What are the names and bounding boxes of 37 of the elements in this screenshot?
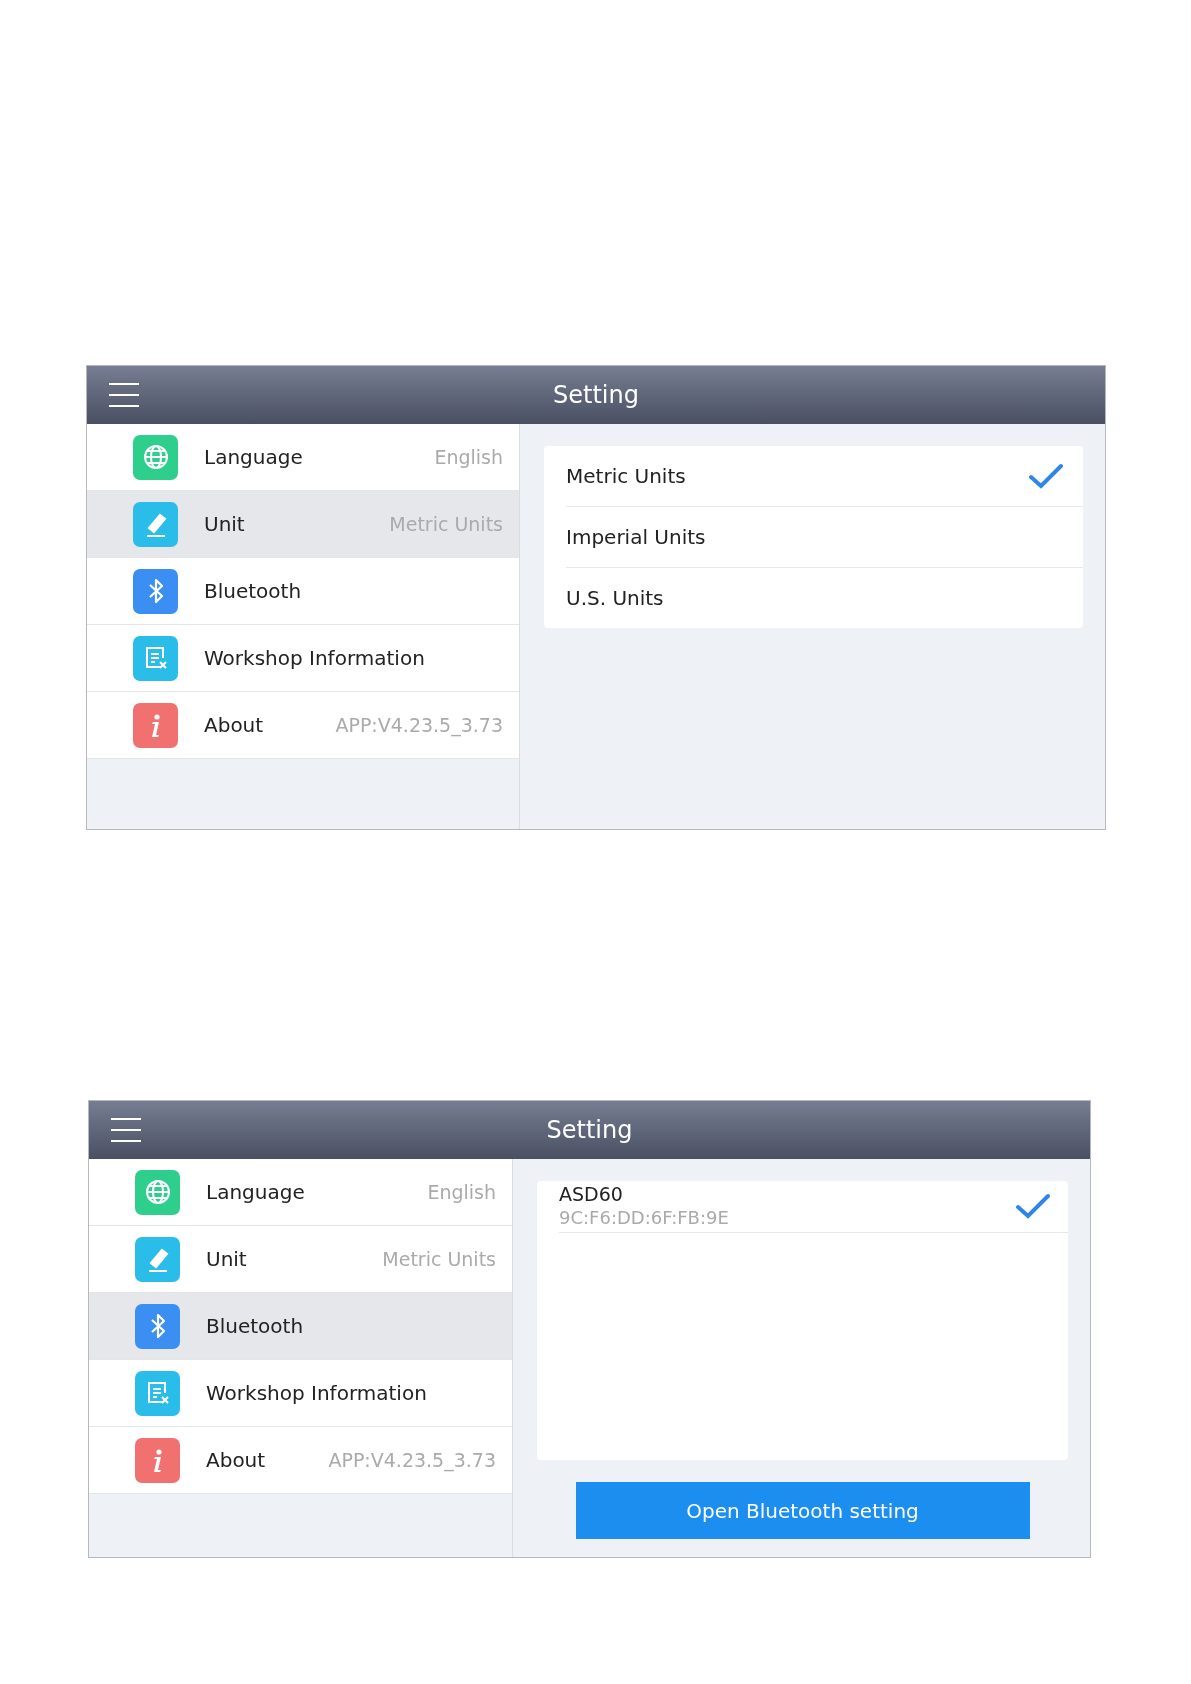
menu-item[interactable]: Workshop Information xyxy=(87,625,519,692)
menu-item[interactable]: Bluetooth xyxy=(87,558,519,625)
menu-item[interactable]: About APP:V4.23.5_3.73 xyxy=(87,692,519,759)
device-item[interactable]: ASD60 9C:F6:DD:6F:FB:9E xyxy=(559,1181,1068,1233)
menu-item[interactable]: Language English xyxy=(89,1159,512,1226)
menu-label: Language xyxy=(206,1180,306,1204)
window-title: Setting xyxy=(546,1116,633,1144)
device-address: 9C:F6:DD:6F:FB:9E xyxy=(559,1207,729,1228)
option-item[interactable]: Imperial Units xyxy=(566,507,1083,568)
menu-item[interactable]: Language English xyxy=(87,424,519,491)
menu-label: Workshop Information xyxy=(204,646,426,670)
menu-label: About xyxy=(206,1448,267,1472)
menu-label: Unit xyxy=(204,512,246,536)
menu-value: APP:V4.23.5_3.73 xyxy=(335,714,503,736)
menu-label: Workshop Information xyxy=(206,1381,428,1405)
menu-item[interactable]: Bluetooth xyxy=(89,1293,512,1360)
option-label: Metric Units xyxy=(566,464,686,488)
menu-value: Metric Units xyxy=(389,513,503,535)
menu-label: Language xyxy=(204,445,304,469)
menu-item[interactable]: About APP:V4.23.5_3.73 xyxy=(89,1427,512,1494)
menu-item[interactable]: Workshop Information xyxy=(89,1360,512,1427)
device-name: ASD60 xyxy=(559,1183,624,1205)
menu-label: Bluetooth xyxy=(204,579,303,603)
window-title: Setting xyxy=(553,381,639,409)
menu-label: About xyxy=(204,713,265,737)
menu-item[interactable]: Unit Metric Units xyxy=(87,491,519,558)
menu-label: Unit xyxy=(206,1247,248,1271)
menu-value: English xyxy=(427,1181,496,1203)
menu-label: Bluetooth xyxy=(206,1314,305,1338)
menu-item[interactable]: Unit Metric Units xyxy=(89,1226,512,1293)
option-label: Imperial Units xyxy=(566,525,706,549)
option-item[interactable]: U.S. Units xyxy=(566,568,1083,628)
menu-value: English xyxy=(434,446,503,468)
option-label: U.S. Units xyxy=(566,586,664,610)
menu-value: APP:V4.23.5_3.73 xyxy=(328,1449,496,1471)
option-item[interactable]: Metric Units xyxy=(566,446,1083,507)
menu-value: Metric Units xyxy=(382,1248,496,1270)
